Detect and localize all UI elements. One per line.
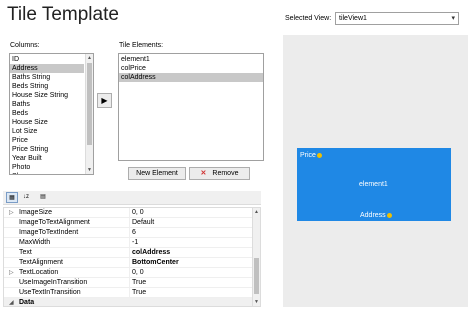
list-item[interactable]: House Size (10, 118, 84, 127)
property-row[interactable]: ◢ Data (4, 298, 253, 306)
scroll-up-icon[interactable]: ▲ (253, 208, 260, 216)
scroll-thumb[interactable] (87, 63, 92, 145)
property-row[interactable]: ImageToTextAlignment Default (4, 218, 253, 228)
tile-preview[interactable]: Price element1 Address (297, 148, 451, 221)
expand-icon[interactable]: ▷ (9, 208, 14, 218)
sort-alpha-icon[interactable]: ↓z (20, 192, 32, 203)
list-item[interactable]: element1 (119, 55, 263, 64)
property-row[interactable]: MaxWidth -1 (4, 238, 253, 248)
tile-element-address[interactable]: Address (360, 212, 392, 219)
tile-elements-listbox[interactable]: element1 colPrice colAddress (118, 53, 264, 161)
list-item[interactable]: colAddress (119, 73, 263, 82)
list-item[interactable]: Sl... (10, 172, 84, 174)
new-element-button[interactable]: New Element (128, 167, 186, 180)
add-to-tile-button[interactable]: ▶ (97, 93, 112, 108)
property-value[interactable]: 0, 0 (129, 208, 144, 218)
expand-icon[interactable]: ◢ (9, 298, 14, 306)
selected-view-label: Selected View: (285, 15, 332, 22)
categorized-icon[interactable]: ▦ (6, 192, 18, 203)
property-name: ImageSize (19, 209, 53, 216)
expand-icon[interactable]: ▷ (9, 268, 14, 278)
property-row[interactable]: Text colAddress (4, 248, 253, 258)
property-grid-scrollbar[interactable]: ▲ ▼ (252, 208, 260, 306)
tile-element-center[interactable]: element1 (359, 181, 388, 188)
property-name: TextAlignment (19, 259, 63, 266)
property-value[interactable]: BottomCenter (129, 258, 179, 268)
property-name: Text (19, 249, 32, 256)
property-name: ImageToTextAlignment (19, 219, 90, 226)
tile-elements-label: Tile Elements: (119, 42, 164, 49)
scroll-down-icon[interactable]: ▼ (86, 166, 93, 174)
scroll-thumb[interactable] (254, 258, 259, 294)
property-value[interactable]: colAddress (129, 248, 170, 258)
property-row[interactable]: TextAlignment BottomCenter (4, 258, 253, 268)
address-label: Address (360, 212, 386, 219)
scroll-down-icon[interactable]: ▼ (253, 298, 260, 306)
element-anchor-icon (316, 152, 322, 158)
list-item[interactable]: Beds (10, 109, 84, 118)
list-item[interactable]: Photo (10, 163, 84, 172)
list-item[interactable]: Price String (10, 145, 84, 154)
property-name: TextLocation (19, 269, 59, 276)
selected-view-value: tileView1 (339, 15, 367, 22)
columns-label: Columns: (10, 42, 40, 49)
remove-icon: ✕ (200, 170, 207, 177)
tile-element-price[interactable]: Price (300, 152, 322, 159)
list-item[interactable]: Year Built (10, 154, 84, 163)
selected-view-dropdown[interactable]: tileView1 ▾ (335, 12, 459, 25)
list-item[interactable]: Address (10, 64, 84, 73)
chevron-down-icon: ▾ (451, 15, 455, 22)
list-item[interactable]: House Size String (10, 91, 84, 100)
list-item[interactable]: ID (10, 55, 84, 64)
property-value[interactable]: True (129, 278, 146, 288)
property-name: UseImageInTransition (19, 279, 88, 286)
property-value[interactable]: -1 (129, 238, 138, 248)
property-pages-icon[interactable]: ▤ (37, 192, 49, 203)
property-value[interactable]: True (129, 288, 146, 298)
property-value[interactable]: 0, 0 (129, 268, 144, 278)
list-item[interactable]: Baths String (10, 73, 84, 82)
property-row[interactable]: ImageToTextIndent 6 (4, 228, 253, 238)
property-name: Data (19, 299, 35, 306)
property-value[interactable]: 6 (129, 228, 136, 238)
list-item[interactable]: Price (10, 136, 84, 145)
property-name: ImageToTextIndent (19, 229, 79, 236)
remove-button-label: Remove (212, 170, 239, 177)
remove-button[interactable]: ✕ Remove (189, 167, 250, 180)
columns-scrollbar[interactable]: ▲ ▼ (85, 54, 93, 174)
property-row[interactable]: ▷ TextLocation 0, 0 (4, 268, 253, 278)
list-item[interactable]: Beds String (10, 82, 84, 91)
price-label: Price (300, 152, 316, 159)
property-grid-toolbar: ▦ ↓z ▤ (3, 191, 261, 205)
property-name: MaxWidth (19, 239, 51, 246)
list-item[interactable]: Lot Size (10, 127, 84, 136)
property-row[interactable]: UseImageInTransition True (4, 278, 253, 288)
scroll-up-icon[interactable]: ▲ (86, 54, 93, 62)
property-value[interactable]: Default (129, 218, 154, 228)
property-grid[interactable]: ▷ ImageSize 0, 0 ImageToTextAlignment Defaul… (3, 207, 261, 307)
property-row[interactable]: UseTextInTransition True (4, 288, 253, 298)
property-name: UseTextInTransition (19, 289, 81, 296)
list-item[interactable]: Baths (10, 100, 84, 109)
property-row[interactable]: ▷ ImageSize 0, 0 (4, 208, 253, 218)
element-anchor-icon (386, 212, 392, 218)
list-item[interactable]: colPrice (119, 64, 263, 73)
columns-listbox[interactable]: ID Address Baths String Beds String House Si… (9, 53, 94, 175)
page-title: Tile Template (7, 4, 119, 25)
